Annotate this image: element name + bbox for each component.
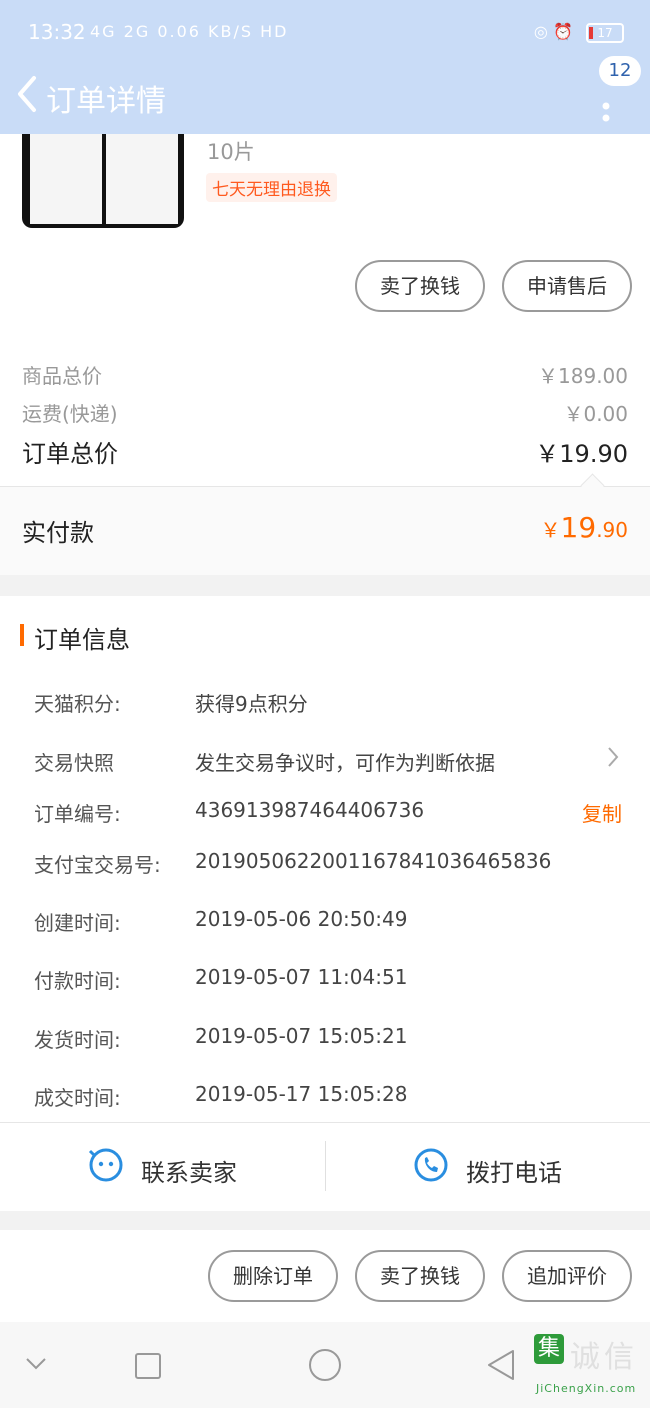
order-info-card: 订单信息 天猫积分: 获得9点积分 交易快照 发生交易争议时，可作为判断依据 订… <box>0 596 650 1122</box>
shipping-value: ￥0.00 <box>563 402 628 426</box>
sell-for-cash-button-bottom[interactable]: 卖了换钱 <box>355 1250 485 1302</box>
back-arrow-icon[interactable] <box>12 72 42 116</box>
page-title: 订单详情 <box>46 84 166 119</box>
order-total-row: 订单总价 ￥19.90 <box>22 434 628 469</box>
chat-icon <box>88 1148 123 1182</box>
battery-icon: 17 <box>586 23 624 43</box>
order-total-label: 订单总价 <box>22 440 118 468</box>
add-review-button[interactable]: 追加评价 <box>502 1250 632 1302</box>
call-phone-button[interactable]: 拨打电话 <box>413 1147 593 1187</box>
chevron-right-icon <box>608 747 619 767</box>
goods-total-row: 商品总价 ￥189.00 <box>22 360 628 389</box>
actual-paid-value: ￥19.90 <box>540 511 628 544</box>
copy-order-number-button[interactable]: 复制 <box>582 798 622 827</box>
apply-after-sale-button[interactable]: 申请售后 <box>502 260 632 312</box>
product-image[interactable] <box>22 134 184 228</box>
order-info-title: 订单信息 <box>34 626 130 654</box>
bottom-action-bar: 删除订单 卖了换钱 追加评价 <box>0 1230 650 1322</box>
shipping-row: 运费(快递) ￥0.00 <box>22 398 628 427</box>
chevron-down-icon[interactable] <box>24 1356 48 1372</box>
lock-icon: ◎ <box>533 22 548 41</box>
header: 订单详情 12 <box>0 56 650 134</box>
actual-paid-label: 实付款 <box>22 519 94 547</box>
goods-total-value: ￥189.00 <box>538 364 628 388</box>
shipping-label: 运费(快递) <box>22 402 118 426</box>
contact-bar: 联系卖家 拨打电话 <box>0 1122 650 1211</box>
home-circle-icon[interactable] <box>308 1348 342 1382</box>
product-spec: 10片 <box>207 140 255 164</box>
phone-icon <box>414 1148 448 1182</box>
recents-square-icon[interactable] <box>134 1352 162 1380</box>
sell-for-cash-button[interactable]: 卖了换钱 <box>355 260 485 312</box>
status-right: ◎ ⏰ 17 <box>534 22 624 43</box>
more-menu-icon[interactable] <box>600 88 612 124</box>
return-policy-tag: 七天无理由退换 <box>206 173 337 202</box>
status-bar: 13:32 4G 2G 0.06 KB/S HD ◎ ⏰ 17 <box>0 0 650 64</box>
delete-order-button[interactable]: 删除订单 <box>208 1250 338 1302</box>
goods-total-label: 商品总价 <box>22 364 102 388</box>
section-accent-bar <box>20 624 24 646</box>
watermark-logo: 集 诚信 JiChengXin.com <box>534 1334 638 1395</box>
status-time: 13:32 <box>28 20 86 44</box>
order-total-value: ￥19.90 <box>535 440 628 468</box>
actual-paid-row: 实付款 ￥19.90 <box>0 473 650 575</box>
network-icons: 4G 2G 0.06 KB/S HD <box>90 22 289 41</box>
alarm-icon: ⏰ <box>552 22 573 41</box>
contact-seller-button[interactable]: 联系卖家 <box>88 1147 268 1187</box>
back-triangle-icon[interactable] <box>486 1348 516 1382</box>
message-count-badge[interactable]: 12 <box>599 56 641 86</box>
